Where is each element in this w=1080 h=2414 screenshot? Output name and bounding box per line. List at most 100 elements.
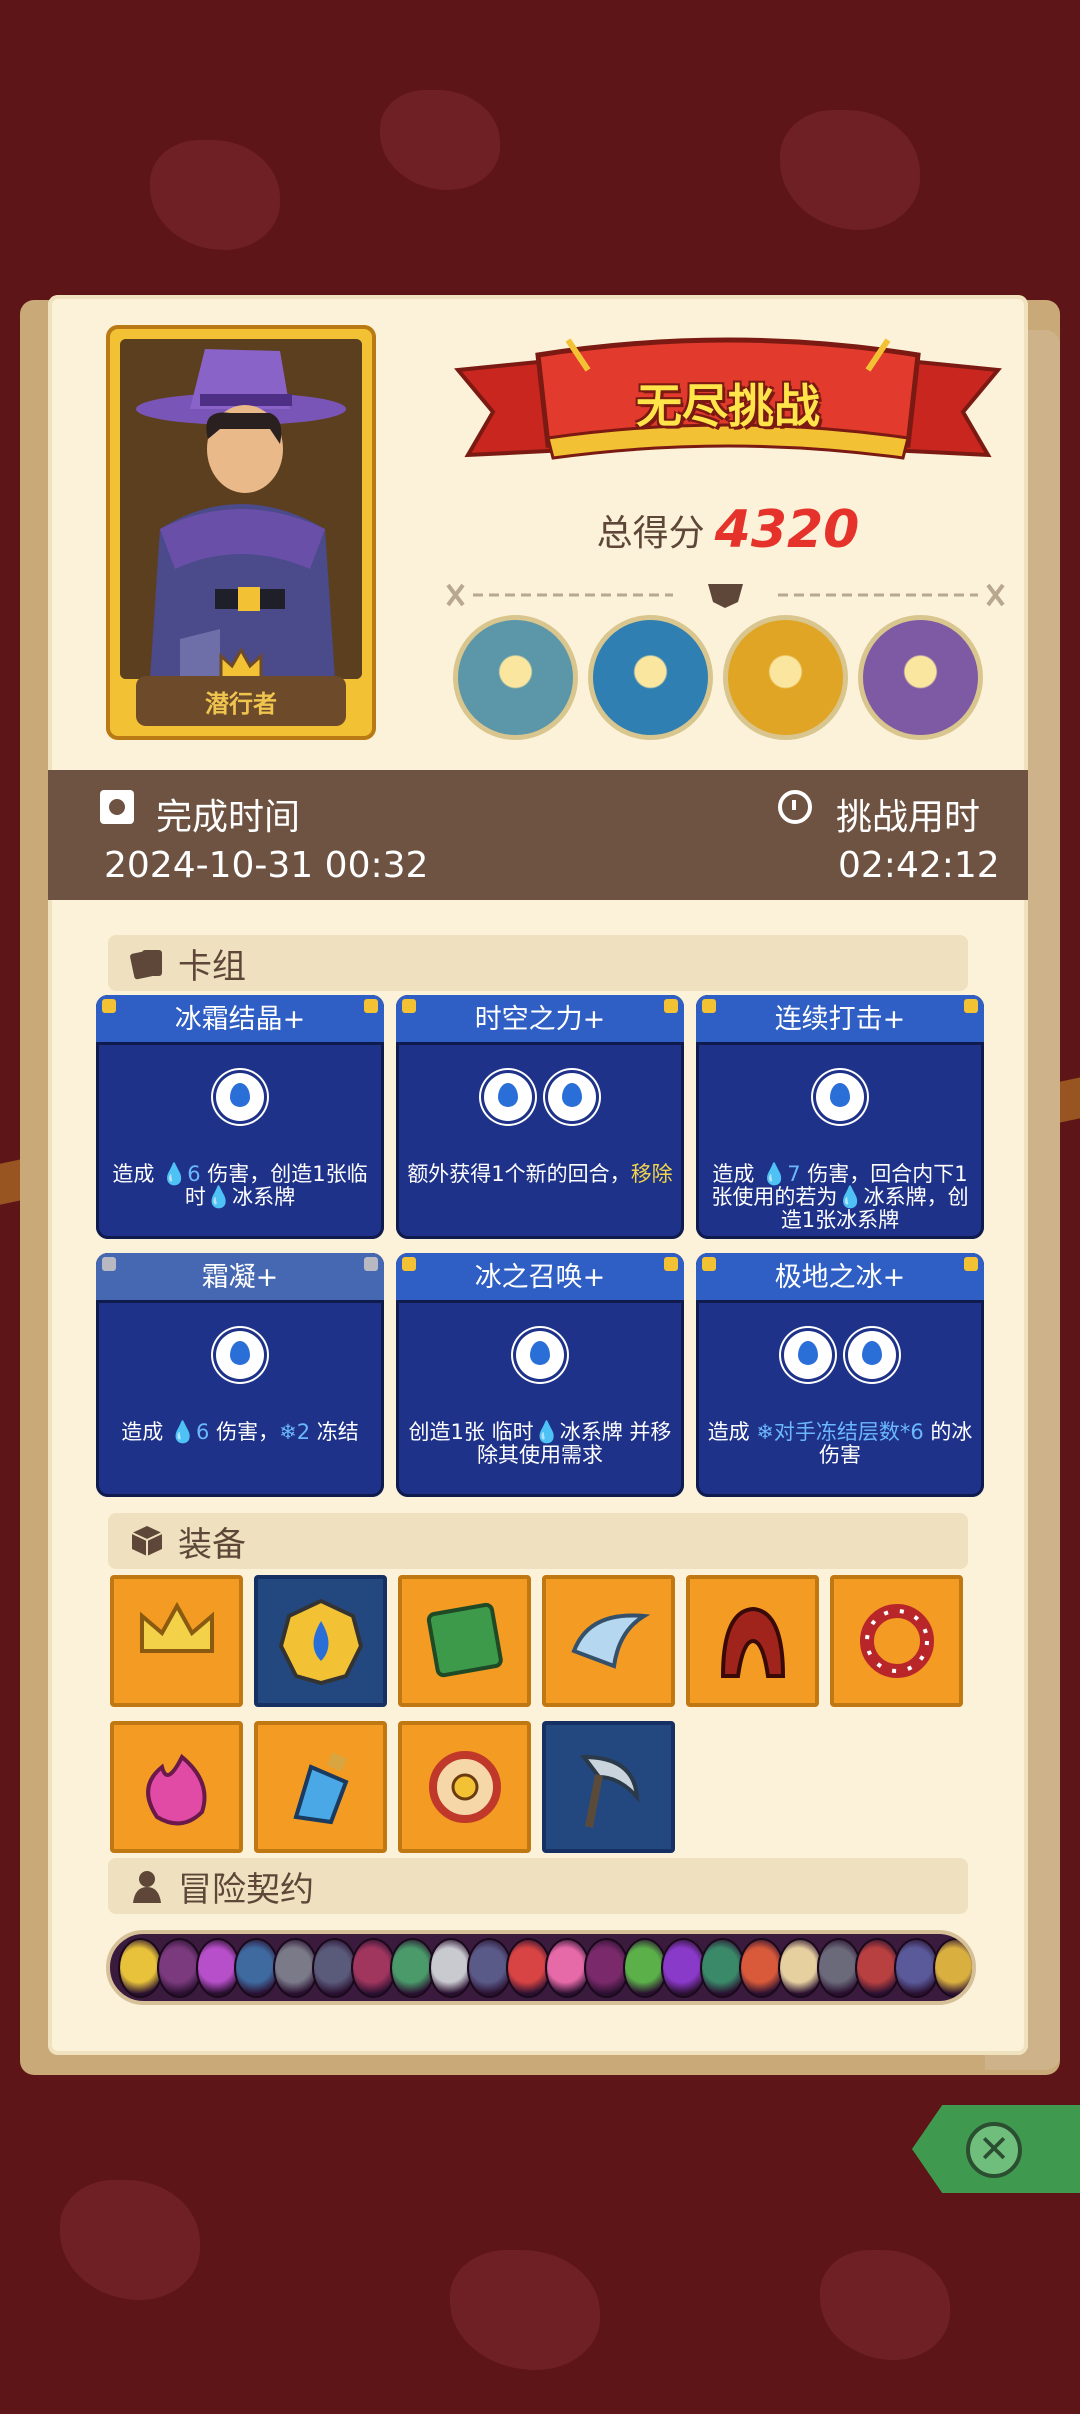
scythe-icon bbox=[579, 1754, 639, 1828]
equipment-slot[interactable] bbox=[398, 1721, 531, 1853]
time-bar: 完成时间 2024-10-31 00:32 挑战用时 02:42:12 bbox=[48, 770, 1028, 900]
deck-title: 卡组 bbox=[178, 946, 246, 987]
contract-icons-strip[interactable] bbox=[106, 1930, 976, 2005]
card-title: 连续打击+ bbox=[696, 995, 984, 1045]
contract-title: 冒险契约 bbox=[178, 1869, 314, 1910]
pink-flame-icon bbox=[145, 1753, 206, 1826]
deck-section-header: 卡组 bbox=[108, 935, 968, 991]
card-description-part: 创造1张 临时 bbox=[408, 1420, 534, 1444]
challenge-banner: 无尽挑战 bbox=[448, 330, 1008, 480]
cards-icon bbox=[128, 944, 166, 982]
equipment-title: 装备 bbox=[178, 1524, 246, 1565]
horn-icon bbox=[570, 1613, 650, 1669]
card-description-part: ❄2 bbox=[279, 1420, 311, 1444]
deck-card[interactable]: 冰之召唤+ 创造1张 临时💧冰系牌 并移除其使用需求 bbox=[396, 1253, 684, 1497]
contract-icon[interactable] bbox=[389, 1937, 435, 1998]
boss-purple-dragon-icon[interactable] bbox=[858, 615, 983, 740]
water-drop-icon bbox=[845, 1328, 899, 1382]
deck-card[interactable]: 冰霜结晶+ 造成 💧6 伤害，创造1张临时💧冰系牌 bbox=[96, 995, 384, 1239]
water-drop-icon bbox=[213, 1328, 267, 1382]
red-hood-icon bbox=[720, 1606, 785, 1678]
card-description: 额外获得1个新的回合，移除 bbox=[406, 1163, 674, 1186]
equipment-slot[interactable] bbox=[254, 1575, 387, 1707]
card-description-part: 造成 bbox=[712, 1162, 762, 1186]
deck-card[interactable]: 霜凝+ 造成 💧6 伤害，❄2 冻结 bbox=[96, 1253, 384, 1497]
equipment-slot[interactable] bbox=[542, 1721, 675, 1853]
card-title: 霜凝+ bbox=[96, 1253, 384, 1303]
water-drop-icon bbox=[213, 1070, 267, 1124]
card-cost bbox=[396, 1070, 684, 1124]
equipment-slot[interactable] bbox=[686, 1575, 819, 1707]
green-tome-icon bbox=[426, 1602, 503, 1678]
equipment-slot[interactable] bbox=[398, 1575, 531, 1707]
card-description: 造成 💧6 伤害，创造1张临时💧冰系牌 bbox=[106, 1163, 374, 1209]
box-icon bbox=[128, 1522, 166, 1560]
card-cost bbox=[696, 1328, 984, 1382]
card-title: 时空之力+ bbox=[396, 995, 684, 1045]
hero-name: 潜行者 bbox=[136, 676, 346, 726]
card-description-part: 造成 bbox=[112, 1162, 162, 1186]
water-amulet-icon bbox=[278, 1598, 363, 1686]
contract-icon[interactable] bbox=[933, 1937, 972, 1998]
card-description: 造成 ❄对手冻结层数*6 的冰伤害 bbox=[706, 1421, 974, 1467]
card-description-part: 💧 bbox=[533, 1420, 560, 1444]
card-description: 造成 💧7 伤害，回合内下1张使用的若为💧冰系牌，创造1张冰系牌 bbox=[706, 1163, 974, 1232]
finish-time-label: 完成时间 bbox=[156, 797, 301, 838]
water-drop-icon bbox=[545, 1070, 599, 1124]
card-title: 冰霜结晶+ bbox=[96, 995, 384, 1045]
film-icon bbox=[100, 790, 134, 824]
bg-decoration bbox=[380, 90, 500, 190]
hero-card[interactable]: 潜行者 bbox=[106, 325, 376, 740]
boss-divider bbox=[446, 583, 1005, 608]
deck-card[interactable]: 连续打击+ 造成 💧7 伤害，回合内下1张使用的若为💧冰系牌，创造1张冰系牌 bbox=[696, 995, 984, 1239]
contract-icon[interactable] bbox=[350, 1937, 396, 1998]
challenge-duration-label: 挑战用时 bbox=[836, 797, 981, 838]
equipment-slot[interactable] bbox=[542, 1575, 675, 1707]
bg-decoration bbox=[450, 2250, 600, 2370]
card-cost bbox=[696, 1070, 984, 1124]
card-cost bbox=[96, 1328, 384, 1382]
equipment-slot[interactable] bbox=[830, 1575, 963, 1707]
water-drop-icon bbox=[481, 1070, 535, 1124]
deck-card[interactable]: 极地之冰+ 造成 ❄对手冻结层数*6 的冰伤害 bbox=[696, 1253, 984, 1497]
equipment-grid bbox=[110, 1575, 980, 1853]
equipment-slot[interactable] bbox=[110, 1575, 243, 1707]
card-description-part: 💧 bbox=[837, 1185, 864, 1209]
score-label: 总得分 bbox=[596, 513, 705, 554]
equipment-slot[interactable] bbox=[110, 1721, 243, 1853]
equipment-slot[interactable] bbox=[254, 1721, 387, 1853]
defeated-bosses bbox=[453, 615, 993, 747]
card-description-part: 💧6 bbox=[169, 1420, 210, 1444]
water-drop-icon bbox=[513, 1328, 567, 1382]
card-description: 创造1张 临时💧冰系牌 并移除其使用需求 bbox=[406, 1421, 674, 1467]
card-description: 造成 💧6 伤害，❄2 冻结 bbox=[106, 1421, 374, 1444]
card-description-part: 伤害， bbox=[209, 1420, 280, 1444]
boss-red-demon-icon[interactable] bbox=[723, 615, 848, 740]
contract-icon[interactable] bbox=[156, 1937, 202, 1998]
card-description-part: 额外获得1个新的回合， bbox=[407, 1162, 631, 1186]
contract-icon[interactable] bbox=[583, 1937, 629, 1998]
card-description-part: 移除 bbox=[630, 1162, 673, 1186]
water-drop-icon bbox=[781, 1328, 835, 1382]
card-description-part: 造成 bbox=[707, 1420, 757, 1444]
total-score: 总得分 4320 bbox=[468, 500, 988, 560]
card-title: 极地之冰+ bbox=[696, 1253, 984, 1303]
card-description-part: 💧 bbox=[205, 1185, 233, 1209]
crown-icon bbox=[139, 1601, 214, 1653]
contract-section-header: 冒险契约 bbox=[108, 1858, 968, 1914]
score-value: 4320 bbox=[714, 500, 860, 560]
equipment-section-header: 装备 bbox=[108, 1513, 968, 1569]
bg-decoration bbox=[60, 2180, 200, 2300]
person-icon bbox=[128, 1867, 166, 1905]
close-icon[interactable]: ✕ bbox=[966, 2122, 1022, 2178]
boss-blue-monster-icon[interactable] bbox=[453, 615, 578, 740]
bg-decoration bbox=[150, 140, 280, 250]
deck-card[interactable]: 时空之力+ 额外获得1个新的回合，移除 bbox=[396, 995, 684, 1239]
card-title: 冰之召唤+ bbox=[396, 1253, 684, 1303]
spiked-collar-icon bbox=[859, 1604, 934, 1678]
card-cost bbox=[96, 1070, 384, 1124]
hero-portrait bbox=[120, 339, 362, 679]
contract-icon[interactable] bbox=[777, 1937, 823, 1998]
boss-crowned-spider-icon[interactable] bbox=[588, 615, 713, 740]
card-description-part: 冰系牌 bbox=[232, 1185, 296, 1209]
